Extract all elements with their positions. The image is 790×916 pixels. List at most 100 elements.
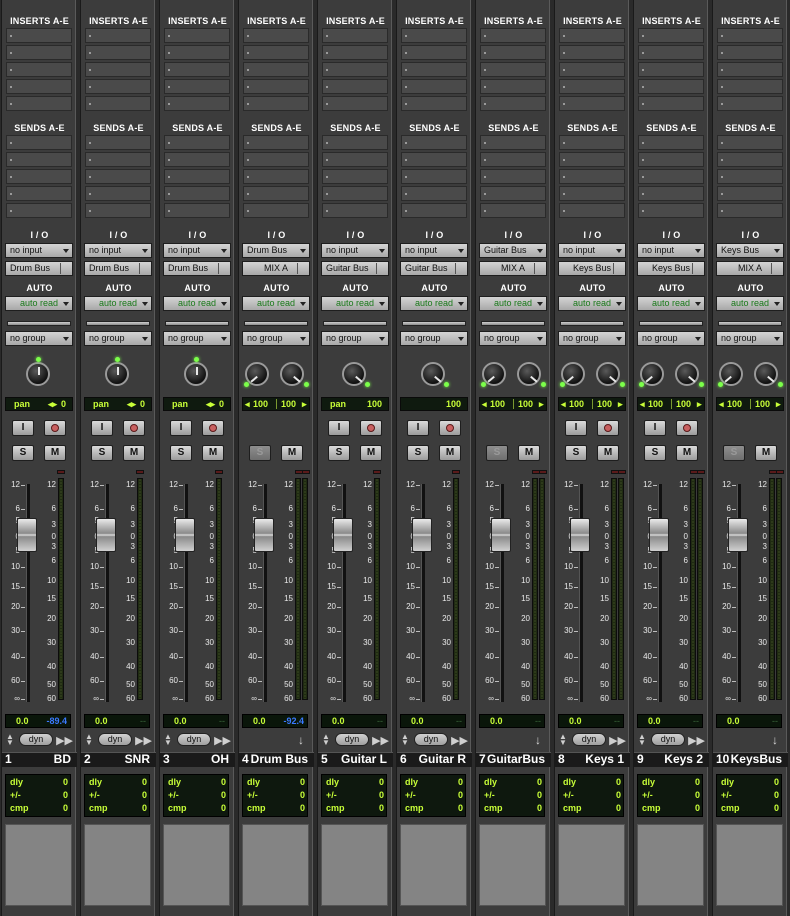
delay-row-value[interactable]: 0 [379, 777, 384, 787]
send-slot[interactable] [164, 169, 230, 184]
track-name-plate[interactable]: 3 OH [160, 752, 235, 767]
delay-row-value[interactable]: 0 [458, 777, 463, 787]
group-selector[interactable]: no group [163, 331, 231, 346]
dyn-button[interactable]: dyn [19, 733, 53, 746]
insert-slot[interactable] [638, 45, 704, 60]
send-slot[interactable] [164, 135, 230, 150]
input-selector[interactable]: Keys Bus [716, 243, 784, 258]
record-arm-button[interactable] [202, 420, 224, 436]
delay-row-value[interactable]: 0 [537, 777, 542, 787]
input-selector[interactable]: no input [558, 243, 626, 258]
insert-slot[interactable] [401, 96, 467, 111]
send-slot[interactable] [6, 152, 72, 167]
delay-row-value[interactable]: 0 [300, 803, 305, 813]
input-monitor-button[interactable]: I [565, 420, 587, 436]
automation-mode-selector[interactable]: auto read [637, 296, 705, 311]
solo-button[interactable]: S [486, 445, 508, 461]
mute-button[interactable]: M [755, 445, 777, 461]
dyn-button[interactable]: dyn [651, 733, 685, 746]
delay-row-value[interactable]: 0 [616, 803, 621, 813]
volume-display[interactable]: 0.0 -- [163, 714, 229, 728]
insert-slot[interactable] [717, 79, 783, 94]
send-slot[interactable] [638, 186, 704, 201]
voice-arrows-icon[interactable]: ▲ ▼ [6, 733, 14, 747]
insert-slot[interactable] [401, 62, 467, 77]
delay-row-value[interactable]: 0 [221, 790, 226, 800]
volume-display[interactable]: 0.0 -- [558, 714, 624, 728]
volume-display[interactable]: 0.0 -- [321, 714, 387, 728]
dyn-button[interactable]: dyn [414, 733, 448, 746]
delay-row-value[interactable]: 0 [63, 803, 68, 813]
comments-area[interactable] [5, 824, 72, 906]
insert-slot[interactable] [322, 45, 388, 60]
insert-slot[interactable] [401, 79, 467, 94]
voice-arrows-icon[interactable]: ▲ ▼ [638, 733, 646, 747]
pan-knob[interactable] [184, 362, 208, 386]
fast-forward-icon[interactable]: ▶▶ [451, 734, 468, 747]
send-slot[interactable] [322, 169, 388, 184]
comments-area[interactable] [321, 824, 388, 906]
insert-slot[interactable] [717, 62, 783, 77]
track-name-plate[interactable]: 7 GuitarBus [476, 752, 551, 767]
send-slot[interactable] [164, 203, 230, 218]
insert-slot[interactable] [85, 28, 151, 43]
input-monitor-button[interactable]: I [91, 420, 113, 436]
group-selector[interactable]: no group [637, 331, 705, 346]
track-name-plate[interactable]: 2 SNR [81, 752, 156, 767]
delay-row-value[interactable]: 0 [616, 790, 621, 800]
insert-slot[interactable] [401, 45, 467, 60]
fast-forward-icon[interactable]: ▶▶ [372, 734, 389, 747]
mute-button[interactable]: M [281, 445, 303, 461]
insert-slot[interactable] [243, 28, 309, 43]
send-slot[interactable] [6, 203, 72, 218]
automation-mode-selector[interactable]: auto read [400, 296, 468, 311]
record-arm-button[interactable] [123, 420, 145, 436]
insert-slot[interactable] [6, 62, 72, 77]
comments-area[interactable] [400, 824, 467, 906]
send-slot[interactable] [480, 152, 546, 167]
solo-button[interactable]: S [328, 445, 350, 461]
output-selector[interactable]: Drum Bus [84, 261, 152, 276]
record-arm-button[interactable] [676, 420, 698, 436]
delay-row-value[interactable]: 0 [142, 803, 147, 813]
record-arm-button[interactable] [44, 420, 66, 436]
insert-slot[interactable] [243, 96, 309, 111]
pan-display[interactable]: pan 100 [321, 397, 389, 411]
automation-mode-selector[interactable]: auto read [558, 296, 626, 311]
group-selector[interactable]: no group [5, 331, 73, 346]
fast-forward-icon[interactable]: ▶▶ [56, 734, 73, 747]
insert-slot[interactable] [6, 28, 72, 43]
insert-slot[interactable] [638, 62, 704, 77]
insert-slot[interactable] [559, 45, 625, 60]
input-selector[interactable]: Guitar Bus [479, 243, 547, 258]
mute-button[interactable]: M [518, 445, 540, 461]
insert-slot[interactable] [164, 45, 230, 60]
pan-knob[interactable] [105, 362, 129, 386]
automation-mode-selector[interactable]: auto read [5, 296, 73, 311]
delay-row-value[interactable]: 0 [63, 790, 68, 800]
send-slot[interactable] [243, 152, 309, 167]
insert-slot[interactable] [243, 79, 309, 94]
comments-area[interactable] [637, 824, 704, 906]
delay-row-value[interactable]: 0 [458, 803, 463, 813]
solo-button[interactable]: S [12, 445, 34, 461]
insert-slot[interactable] [480, 45, 546, 60]
comments-area[interactable] [558, 824, 625, 906]
voice-arrows-icon[interactable]: ▲ ▼ [559, 733, 567, 747]
volume-fader[interactable] [491, 518, 511, 552]
mute-button[interactable]: M [123, 445, 145, 461]
insert-slot[interactable] [322, 62, 388, 77]
send-slot[interactable] [85, 135, 151, 150]
send-slot[interactable] [480, 169, 546, 184]
fast-forward-icon[interactable]: ▶▶ [135, 734, 152, 747]
delay-row-value[interactable]: 0 [379, 790, 384, 800]
insert-slot[interactable] [559, 62, 625, 77]
volume-display[interactable]: 0.0 -92.4 [242, 714, 308, 728]
pan-display[interactable]: 100 [400, 397, 468, 411]
insert-slot[interactable] [638, 28, 704, 43]
record-arm-button[interactable] [439, 420, 461, 436]
send-slot[interactable] [559, 186, 625, 201]
delay-row-value[interactable]: 0 [695, 777, 700, 787]
output-selector[interactable]: Guitar Bus [400, 261, 468, 276]
input-monitor-button[interactable]: I [328, 420, 350, 436]
